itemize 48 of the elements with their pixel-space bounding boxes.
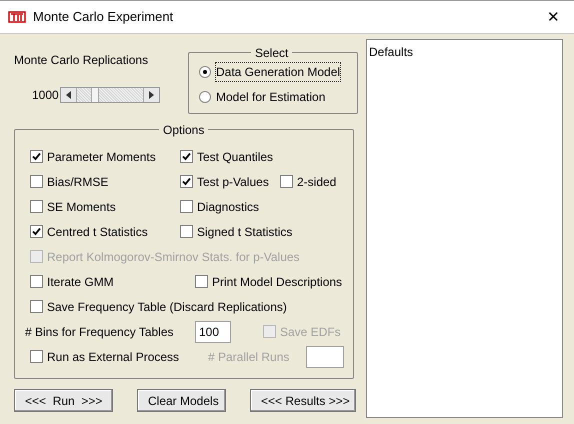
checkbox-option[interactable]: Parameter Moments [30, 148, 156, 166]
checkbox-option[interactable]: Print Model Descriptions [195, 272, 342, 290]
action-button[interactable]: Clear Models [137, 389, 226, 412]
checkbox[interactable] [30, 200, 43, 213]
action-button[interactable]: <<< Run >>> [14, 389, 113, 412]
checkbox[interactable] [30, 150, 43, 163]
replications-label: Monte Carlo Replications [14, 52, 150, 69]
slider-thumb[interactable] [90, 88, 99, 102]
checkmark-icon [182, 152, 191, 161]
action-button[interactable]: <<< Results >>> [250, 389, 356, 412]
checkbox[interactable] [30, 225, 43, 238]
window-title: Monte Carlo Experiment [33, 8, 174, 26]
radio-button[interactable] [199, 91, 211, 103]
checkmark-icon [32, 227, 41, 236]
checkbox-option[interactable]: Signed t Statistics [180, 222, 292, 240]
replications-value: 1000 [31, 87, 60, 104]
checkbox[interactable] [180, 225, 193, 238]
field-label: # Bins for Frequency Tables [25, 324, 174, 340]
checkbox-option[interactable]: SE Moments [30, 198, 116, 216]
checkbox[interactable] [180, 150, 193, 163]
checkbox-option[interactable]: Diagnostics [180, 198, 260, 216]
list-item[interactable]: Defaults [369, 43, 560, 61]
checkbox[interactable] [30, 175, 43, 188]
close-button[interactable]: ✕ [547, 10, 560, 24]
checkbox-option[interactable]: Save Frequency Table (Discard Replications) [30, 298, 287, 316]
scrollbar-slider[interactable] [60, 87, 160, 103]
field-label: # Parallel Runs [208, 348, 290, 366]
checkbox[interactable] [30, 300, 43, 313]
checkmark-icon [182, 177, 191, 186]
input-field[interactable]: 100 [195, 320, 231, 342]
checkbox[interactable] [30, 275, 43, 288]
checkbox-option[interactable]: 2-sided [280, 172, 336, 190]
checkbox[interactable] [280, 175, 293, 188]
checkbox-option[interactable]: Run as External Process [30, 348, 180, 366]
checkbox-option[interactable]: Iterate GMM [30, 272, 114, 290]
checkbox-option[interactable]: Centred t Statistics [30, 222, 148, 240]
checkbox-option[interactable]: Test p-Values [180, 172, 269, 190]
checkbox[interactable] [180, 175, 193, 188]
checkbox-option[interactable]: Test Quantiles [180, 148, 274, 166]
checkbox-option[interactable]: Bias/RMSE [30, 172, 108, 190]
checkmark-icon [32, 152, 41, 161]
radio-option[interactable]: Data Generation Model [199, 63, 357, 81]
checkbox[interactable] [180, 200, 193, 213]
checkbox[interactable] [30, 350, 43, 363]
radio-button[interactable] [199, 66, 211, 78]
checkbox[interactable] [195, 275, 208, 288]
app-logo-icon [8, 10, 26, 24]
radio-option[interactable]: Model for Estimation [199, 88, 357, 106]
